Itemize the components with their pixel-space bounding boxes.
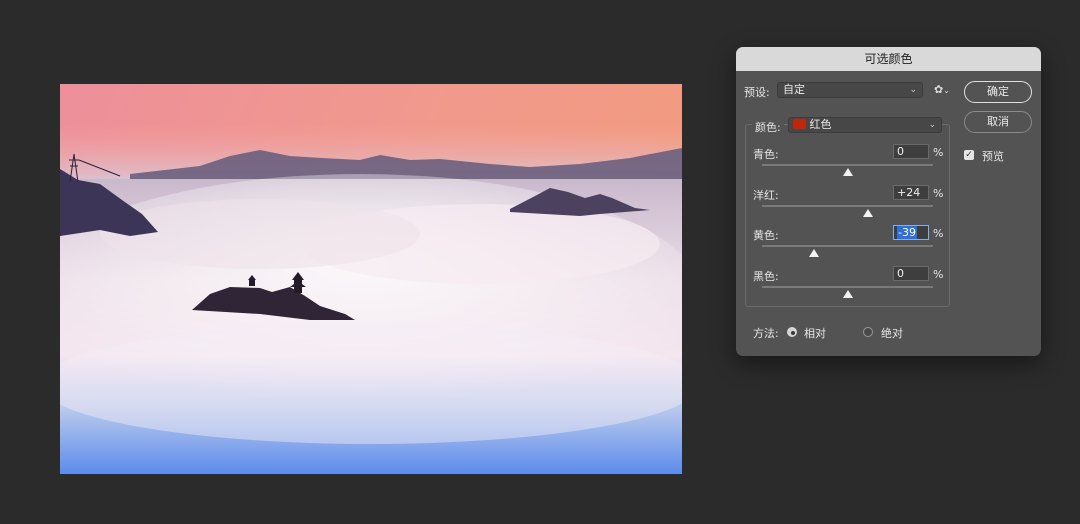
cyan-value-field[interactable]: 0 [893, 144, 929, 159]
percent-sign: % [933, 268, 944, 281]
gear-symbol: ✿ [934, 83, 944, 96]
method-absolute-label[interactable]: 绝对 [881, 325, 903, 341]
magenta-slider-track[interactable] [762, 205, 933, 207]
magenta-slider-thumb[interactable] [863, 209, 874, 217]
ok-button[interactable]: 确定 [964, 81, 1032, 103]
preset-value: 自定 [783, 83, 805, 96]
method-label: 方法: [753, 327, 779, 340]
cyan-slider-thumb[interactable] [842, 168, 853, 176]
preset-dropdown[interactable]: 自定 ⌄ [777, 82, 923, 98]
black-value-field[interactable]: 0 [893, 266, 929, 281]
black-slider-track[interactable] [762, 286, 933, 288]
document-canvas[interactable] [60, 84, 682, 474]
gear-icon[interactable]: ✿⌄ [934, 83, 950, 96]
black-slider-thumb[interactable] [842, 290, 853, 298]
yellow-slider-thumb[interactable] [809, 249, 820, 257]
colors-dropdown[interactable]: 红色 ⌄ [788, 117, 942, 133]
chevron-down-icon: ⌄ [928, 120, 936, 130]
colors-label: 颜色: [752, 119, 784, 135]
method-absolute-radio[interactable] [863, 327, 873, 337]
percent-sign: % [933, 227, 944, 240]
yellow-label: 黄色: [753, 229, 779, 242]
selective-color-dialog: 可选颜色 预设: 自定 ⌄ ✿⌄ 确定 取消 ✓ 预览 颜色: 红色 ⌄ 青色:… [736, 47, 1041, 356]
red-color-swatch [793, 119, 806, 129]
preview-checkbox[interactable]: ✓ [964, 150, 974, 160]
yellow-value-field[interactable]: -39 [893, 225, 929, 240]
yellow-value: -39 [897, 226, 917, 239]
method-relative-radio[interactable] [787, 327, 797, 337]
cancel-button[interactable]: 取消 [964, 111, 1032, 133]
gear-caret-icon: ⌄ [943, 86, 950, 95]
percent-sign: % [933, 187, 944, 200]
magenta-value: +24 [897, 186, 921, 199]
colors-value: 红色 [809, 118, 832, 131]
black-value: 0 [897, 267, 904, 280]
cyan-value: 0 [897, 145, 904, 158]
magenta-label: 洋红: [753, 189, 779, 202]
black-label: 黑色: [753, 270, 779, 283]
chevron-down-icon: ⌄ [909, 85, 917, 95]
preview-label: 预览 [982, 150, 1004, 163]
magenta-value-field[interactable]: +24 [893, 185, 929, 200]
dialog-title[interactable]: 可选颜色 [736, 47, 1041, 71]
preset-label: 预设: [744, 86, 770, 99]
cyan-slider-track[interactable] [762, 164, 933, 166]
sea-of-clouds-photo [60, 84, 682, 474]
method-relative-label[interactable]: 相对 [804, 325, 826, 341]
yellow-slider-track[interactable] [762, 245, 933, 247]
cyan-label: 青色: [753, 148, 779, 161]
percent-sign: % [933, 146, 944, 159]
